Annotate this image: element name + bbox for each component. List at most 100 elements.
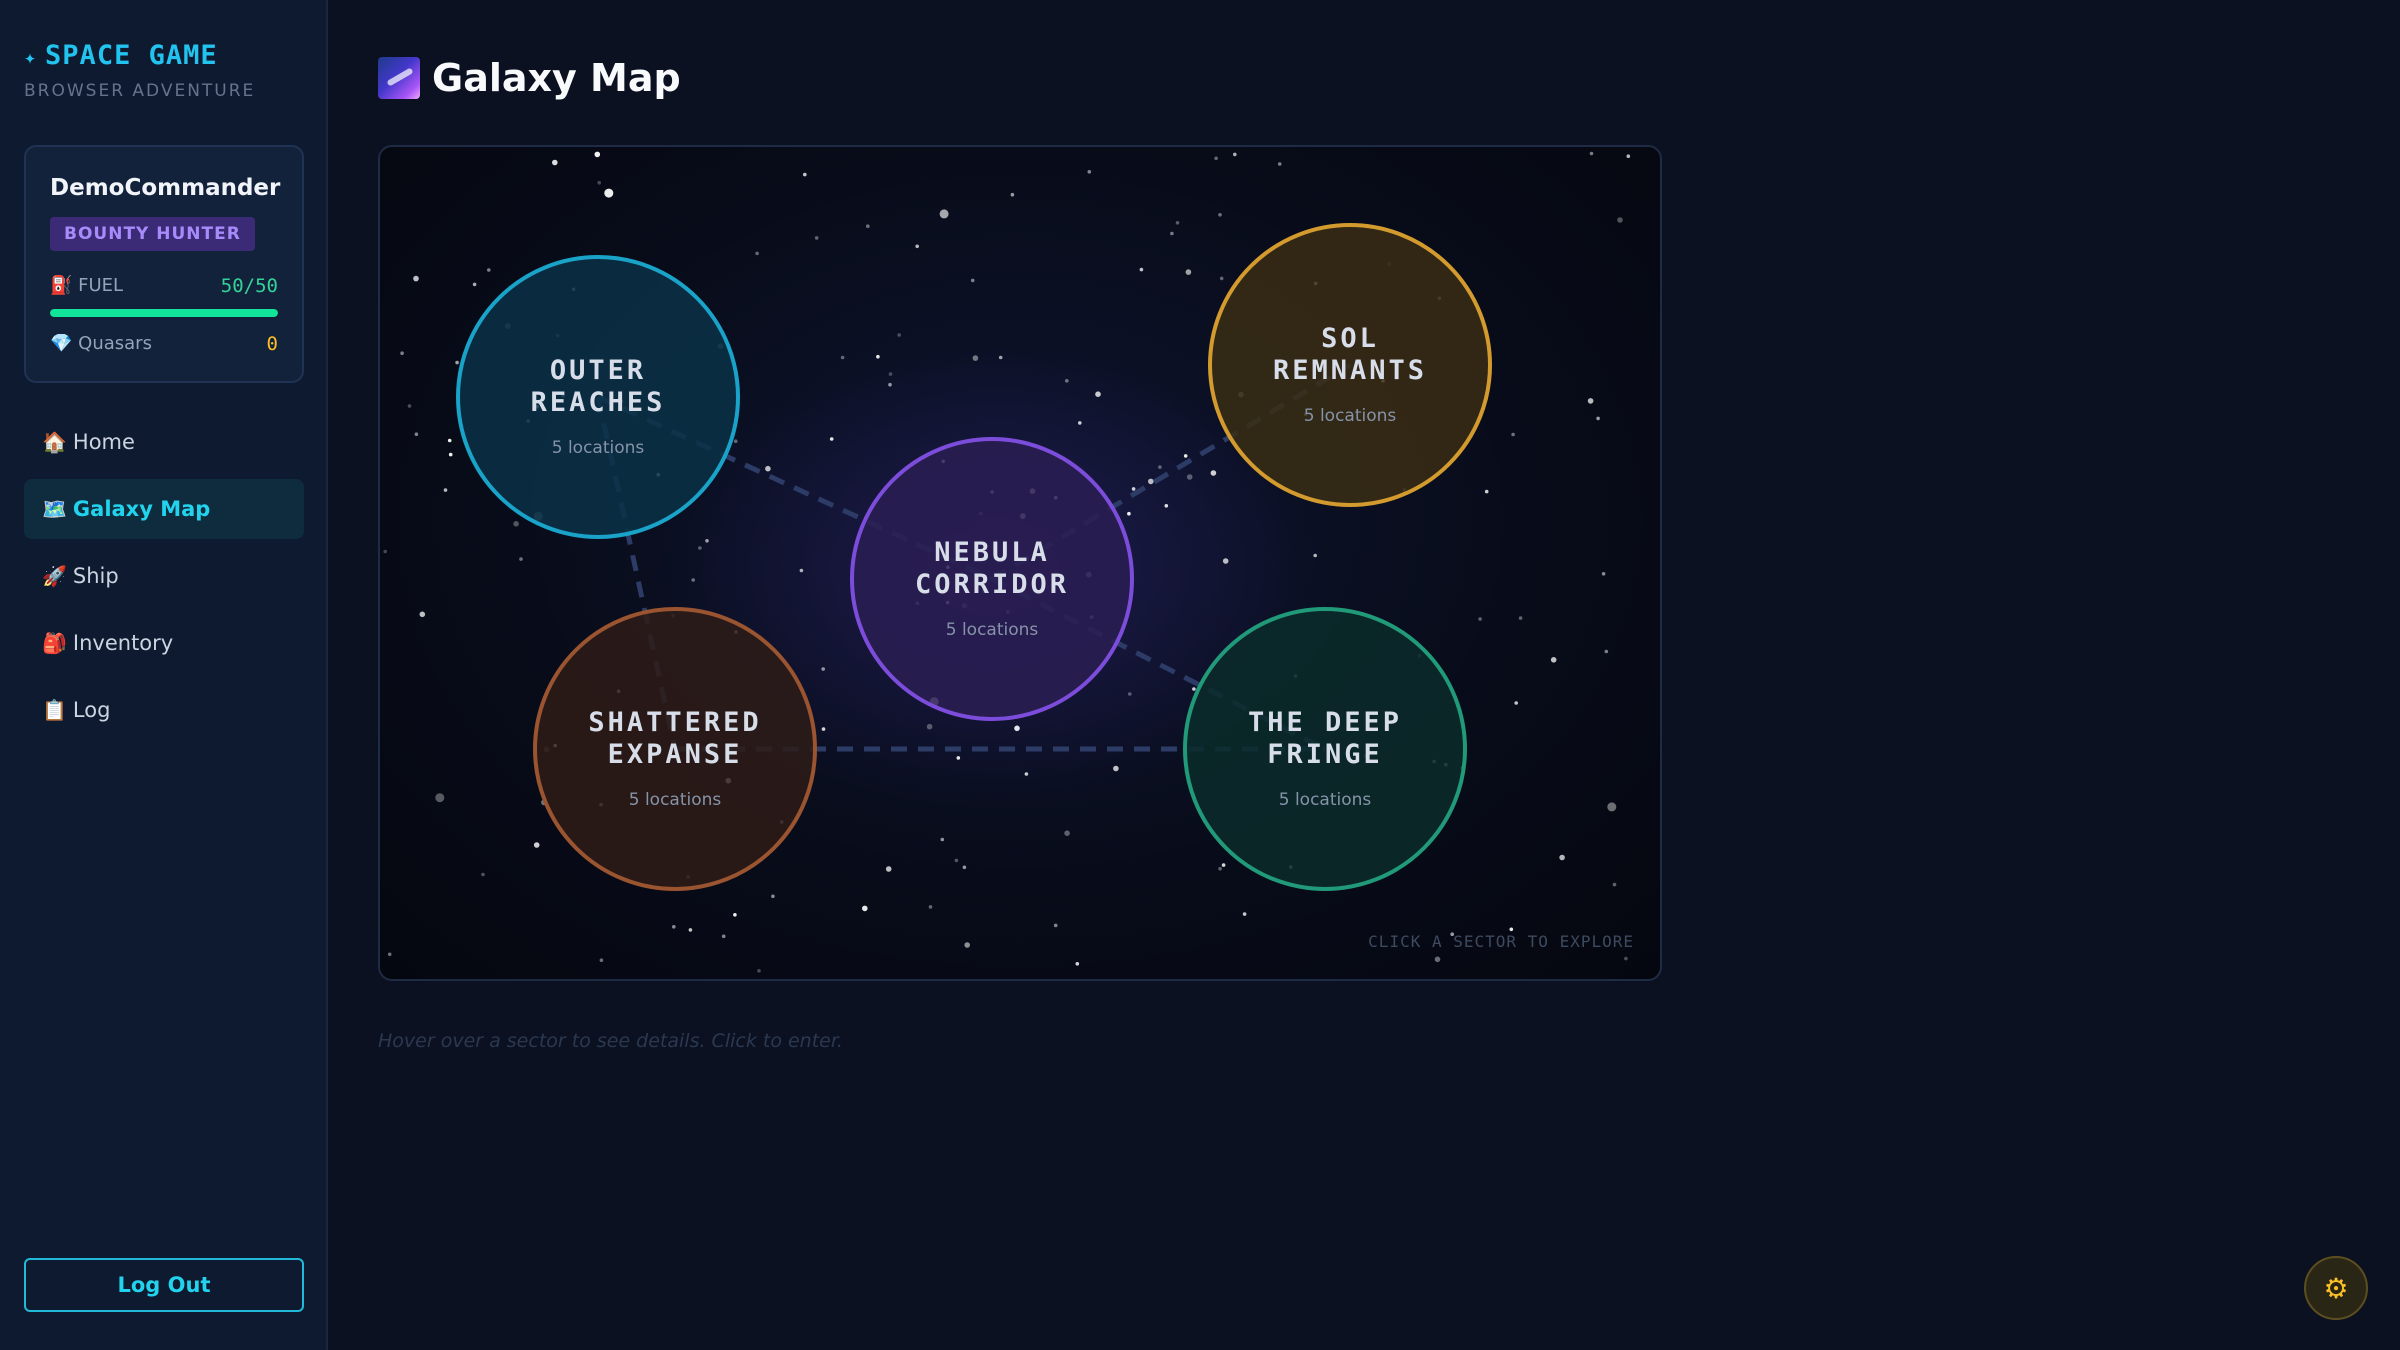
star — [1626, 154, 1631, 158]
sector-nebula-corridor[interactable]: NEBULACORRIDOR 5 locations — [850, 437, 1134, 721]
rocket-icon: 🚀 — [42, 564, 67, 588]
star — [481, 872, 485, 877]
star — [840, 355, 845, 360]
nav-item-inventory[interactable]: 🎒 Inventory — [24, 613, 304, 673]
star — [419, 611, 426, 618]
star — [1514, 701, 1518, 705]
sector-name: REMNANTS — [1273, 355, 1427, 386]
star — [1434, 956, 1441, 963]
nav-item-log[interactable]: 📋 Log — [24, 680, 304, 740]
map-caption: Hover over a sector to see details. Clic… — [378, 1030, 843, 1052]
map-icon: 🗺️ — [42, 497, 67, 521]
main-nav: 🏠 Home 🗺️ Galaxy Map 🚀 Ship 🎒 Inventory … — [24, 412, 304, 747]
star — [414, 432, 419, 437]
star — [888, 382, 892, 387]
sector-location-count: 5 locations — [552, 438, 645, 458]
backpack-icon: 🎒 — [42, 631, 67, 655]
star — [876, 354, 880, 359]
sector-shattered-expanse[interactable]: SHATTEREDEXPANSE 5 locations — [533, 607, 817, 891]
fuel-value: 50/50 — [220, 275, 278, 297]
star — [1148, 478, 1154, 485]
gear-icon[interactable]: ⚙ — [2304, 1256, 2368, 1320]
player-name: DemoCommander — [50, 175, 281, 201]
star — [970, 278, 975, 283]
star — [1158, 465, 1162, 469]
fuel-icon: ⛽ — [50, 275, 73, 296]
star — [1242, 912, 1247, 916]
nav-item-label: Ship — [72, 564, 119, 588]
sidebar: ✦ SPACE GAME BROWSER ADVENTURE DemoComman… — [0, 0, 328, 1350]
star — [1210, 470, 1217, 476]
star — [829, 437, 834, 441]
star — [688, 928, 693, 932]
star — [1218, 866, 1222, 871]
star — [1596, 416, 1600, 421]
star — [1064, 830, 1070, 836]
star — [1065, 379, 1069, 383]
star — [1222, 558, 1229, 564]
star — [1183, 454, 1188, 458]
nav-item-label: Galaxy Map — [72, 497, 211, 521]
sector-name: FRINGE — [1267, 739, 1383, 770]
star — [1078, 421, 1082, 425]
star — [691, 578, 695, 582]
star — [1601, 572, 1606, 576]
sector-location-count: 5 locations — [629, 790, 722, 810]
sector-location-count: 5 locations — [946, 620, 1039, 640]
star — [383, 549, 387, 554]
star — [733, 439, 738, 444]
galaxy-map: OUTER REACHES 5 locations SOL REMNANTS 5 loca… — [378, 145, 1662, 981]
star — [771, 894, 775, 899]
star — [1550, 657, 1557, 663]
star — [939, 209, 949, 219]
nav-item-galaxy-map[interactable]: 🗺️ Galaxy Map — [24, 479, 304, 539]
star — [1607, 802, 1617, 812]
star — [1131, 487, 1136, 491]
brand-title: ✦ SPACE GAME — [24, 40, 255, 71]
star — [1139, 267, 1144, 272]
fuel-stat: ⛽ FUEL 50/50 — [50, 273, 278, 299]
sector-name: SOL — [1321, 323, 1379, 354]
nav-item-ship[interactable]: 🚀 Ship — [24, 546, 304, 606]
star — [1075, 962, 1080, 966]
star — [1186, 474, 1193, 480]
star — [1218, 213, 1222, 217]
star — [448, 452, 453, 457]
star — [1221, 863, 1226, 867]
star — [1277, 162, 1282, 166]
sector-outer-reaches[interactable]: OUTERREACHES 5 locations — [456, 255, 740, 539]
star — [954, 858, 959, 863]
star-icon: ✦ — [24, 45, 38, 69]
star — [1587, 398, 1594, 404]
sector-name: THE DEEP — [1248, 707, 1402, 738]
star — [821, 667, 825, 671]
star — [1511, 432, 1515, 437]
player-card: DemoCommander BOUNTY HUNTER ⛽ FUEL 50/50… — [24, 145, 304, 383]
nav-item-home[interactable]: 🏠 Home — [24, 412, 304, 472]
star — [513, 521, 519, 527]
brand-title-text: SPACE GAME — [45, 40, 218, 71]
logout-button[interactable]: Log Out — [24, 1258, 304, 1312]
sector-name: CORRIDOR — [915, 569, 1069, 600]
sector-the-deep-fringe[interactable]: THE DEEPFRINGE 5 locations — [1183, 607, 1467, 891]
star — [1175, 221, 1180, 225]
star — [888, 372, 893, 376]
star — [435, 793, 445, 803]
sector-name: SHATTERED — [588, 707, 761, 738]
star — [1617, 217, 1623, 223]
quasars-label: Quasars — [78, 333, 152, 354]
sector-location-count: 5 locations — [1279, 790, 1372, 810]
star — [998, 355, 1003, 360]
fuel-bar — [50, 309, 278, 317]
star — [765, 465, 771, 472]
quasars-value: 0 — [266, 333, 278, 355]
sector-sol-remnants[interactable]: SOLREMNANTS 5 locations — [1208, 223, 1492, 507]
quasars-stat: 💎 Quasars 0 — [50, 331, 278, 357]
star — [803, 172, 807, 177]
star — [757, 969, 761, 973]
star — [413, 275, 419, 282]
star — [821, 727, 826, 731]
star — [1478, 617, 1482, 621]
star — [940, 837, 945, 842]
star — [705, 539, 709, 543]
